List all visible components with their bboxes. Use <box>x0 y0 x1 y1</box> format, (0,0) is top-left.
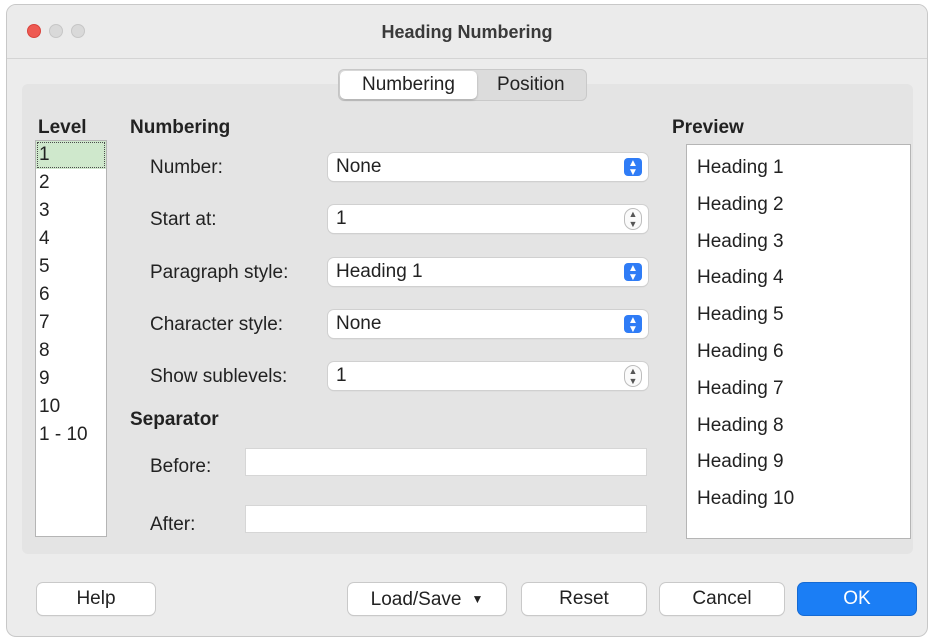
before-input[interactable] <box>245 448 647 476</box>
level-item-8[interactable]: 8 <box>36 337 106 365</box>
level-list[interactable]: 1 2 3 4 5 6 7 8 9 10 1 - 10 <box>35 140 107 537</box>
number-select-value: None <box>336 156 382 177</box>
after-label: After: <box>150 514 196 535</box>
number-label: Number: <box>150 157 223 178</box>
level-item-7[interactable]: 7 <box>36 309 106 337</box>
ok-button[interactable]: OK <box>798 583 916 615</box>
preview-heading-5: Heading 5 <box>697 304 784 326</box>
start-at-spinbox[interactable]: 1 ▲ ▼ <box>328 205 648 233</box>
level-item-1[interactable]: 1 <box>36 141 106 169</box>
paragraph-style-select[interactable]: Heading 1 ▲ ▼ <box>328 258 648 286</box>
start-at-value: 1 <box>336 208 347 229</box>
level-item-3[interactable]: 3 <box>36 197 106 225</box>
level-heading: Level <box>38 117 87 138</box>
stepper-icon[interactable]: ▲ ▼ <box>624 365 642 387</box>
stepper-icon[interactable]: ▲ ▼ <box>624 208 642 230</box>
window-title: Heading Numbering <box>381 22 553 42</box>
preview-heading-6: Heading 6 <box>697 340 784 362</box>
tab-numbering[interactable]: Numbering <box>340 71 477 99</box>
character-style-label: Character style: <box>150 314 284 335</box>
preview-heading-9: Heading 9 <box>697 451 784 473</box>
up-down-chevron-icon: ▲ ▼ <box>624 263 642 283</box>
show-sublevels-value: 1 <box>336 365 347 386</box>
preview-heading-10: Heading 10 <box>697 488 795 510</box>
numbering-heading: Numbering <box>130 117 231 138</box>
preview-heading-4: Heading 4 <box>697 267 784 289</box>
tab-position[interactable]: Position <box>477 71 585 99</box>
cancel-button[interactable]: Cancel <box>660 583 784 615</box>
preview-box: Heading 1 Heading 2 Heading 3 Heading 4 … <box>686 144 911 539</box>
after-input[interactable] <box>245 505 647 533</box>
preview-heading-8: Heading 8 <box>697 414 784 436</box>
preview-heading-3: Heading 3 <box>697 230 784 252</box>
level-item-6[interactable]: 6 <box>36 281 106 309</box>
tab-bar: Numbering Position <box>338 69 587 101</box>
show-sublevels-label: Show sublevels: <box>150 366 288 387</box>
load-save-button[interactable]: Load/Save ▼ <box>348 583 506 615</box>
preview-heading-7: Heading 7 <box>697 377 784 399</box>
level-item-10[interactable]: 10 <box>36 393 106 421</box>
help-button[interactable]: Help <box>37 583 155 615</box>
preview-heading: Preview <box>672 117 744 138</box>
title-bar: Heading Numbering <box>7 5 927 59</box>
paragraph-style-value: Heading 1 <box>336 261 423 282</box>
preview-heading-2: Heading 2 <box>697 193 784 215</box>
up-down-chevron-icon: ▲ ▼ <box>624 315 642 335</box>
up-down-chevron-icon: ▲ ▼ <box>624 158 642 178</box>
separator-heading: Separator <box>130 409 219 430</box>
level-item-9[interactable]: 9 <box>36 365 106 393</box>
paragraph-style-label: Paragraph style: <box>150 262 289 283</box>
number-select[interactable]: None ▲ ▼ <box>328 153 648 181</box>
preview-heading-1: Heading 1 <box>697 157 784 178</box>
start-at-label: Start at: <box>150 209 217 230</box>
reset-button[interactable]: Reset <box>522 583 646 615</box>
before-label: Before: <box>150 456 212 477</box>
triangle-down-icon: ▼ <box>471 592 484 606</box>
character-style-select[interactable]: None ▲ ▼ <box>328 310 648 338</box>
level-item-2[interactable]: 2 <box>36 169 106 197</box>
level-item-all[interactable]: 1 - 10 <box>36 421 106 449</box>
load-save-label: Load/Save <box>370 589 462 610</box>
show-sublevels-spinbox[interactable]: 1 ▲ ▼ <box>328 362 648 390</box>
character-style-value: None <box>336 313 382 334</box>
level-item-5[interactable]: 5 <box>36 253 106 281</box>
level-item-4[interactable]: 4 <box>36 225 106 253</box>
